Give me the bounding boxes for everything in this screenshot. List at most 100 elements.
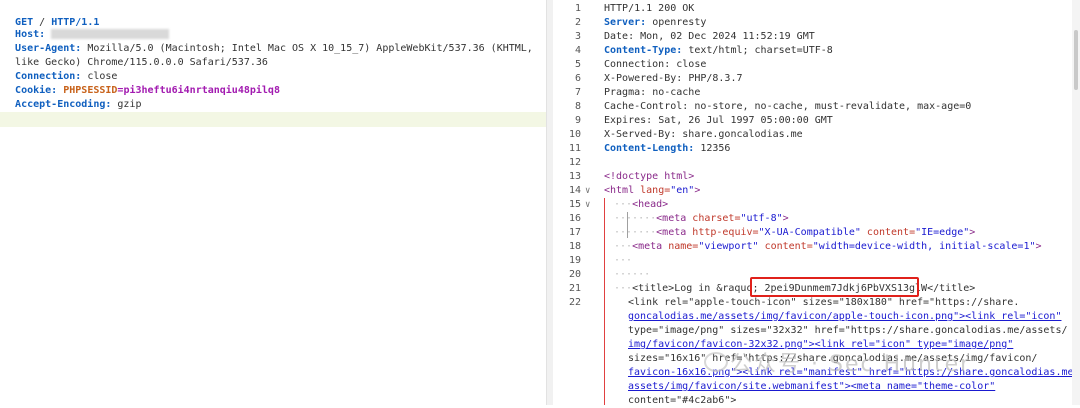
line-number: 21 [568,283,581,294]
tag-token: <meta [632,241,663,252]
header-value: gzip [117,99,142,110]
line-number: 9 [574,115,581,126]
line-number: 1 [574,3,581,14]
line-number: 20 [568,269,581,280]
indent-guide [627,212,628,238]
string-token: "utf-8" [740,213,783,224]
line-number: 22 [568,297,581,308]
header-key: Accept-Encoding: [15,99,112,110]
meta-viewport-line: ···<meta name="viewport" content="width=… [614,240,1042,254]
link-line-8: content="#4c2ab6"> [628,395,737,406]
indent-guide [604,198,605,405]
watermark: 公众号 · Sec Hunter [730,352,972,377]
request-header-cookie: Cookie: PHPSESSID=pi3heftu6i4nrtanqiu48p… [3,70,280,96]
tag-token: <meta [656,227,687,238]
cookie-value: =pi3heftu6i4nrtanqiu48pilq8 [117,85,280,96]
fold-chevron-icon[interactable]: ∨ [585,198,595,212]
header-value: text/html; charset=UTF-8 [688,45,833,56]
string-token: "en" [670,185,695,196]
header-key: Content-Length: [604,143,695,154]
response-header: Content-Length: 12356 [604,142,730,156]
line-number: 3 [574,31,581,42]
header-value: PHP/8.3.7 [688,73,743,84]
head-open-line: ···<head> [614,198,668,212]
request-header-host: Host: [3,14,170,40]
header-key: Cache-Control: [604,101,689,112]
status-text: HTTP/1.1 200 OK [604,3,695,14]
tag-close: > [1035,241,1042,252]
line-number: 5 [574,59,581,70]
response-header: Date: Mon, 02 Dec 2024 11:52:19 GMT [604,30,815,44]
header-key: Connection: [604,59,671,70]
header-value: Sat, 26 Jul 1997 05:00:00 GMT [658,115,833,126]
line-number: 18 [568,241,581,252]
attr-token: content= [764,241,813,252]
title-suffix: </title> [927,283,976,294]
header-value: no-store, no-cache, must-revalidate, max… [694,101,972,112]
link-line-7[interactable]: assets/img/favicon/site.webmanifest"><me… [628,380,995,394]
line-number: 16 [568,213,581,224]
meta-http-equiv-line: ·······<meta http-equiv="X-UA-Compatible… [614,226,975,240]
header-value: openresty [652,17,707,28]
attr-token: charset= [692,213,741,224]
header-key: Date: [604,31,635,42]
attr-token: lang= [640,185,671,196]
header-value: close [676,59,707,70]
request-header-user-agent: User-Agent: Mozilla/5.0 (Macintosh; Inte… [3,28,533,54]
string-token: "width=device-width, initial-scale=1" [812,241,1036,252]
fold-chevron-icon[interactable]: ∨ [585,184,595,198]
header-value: no-cache [652,87,701,98]
response-header: Connection: close [604,58,706,72]
scrollbar-thumb[interactable] [1074,30,1078,90]
response-header: Content-Type: text/html; charset=UTF-8 [604,44,833,58]
line-number: 17 [568,227,581,238]
header-key: X-Served-By: [604,129,677,140]
title-prefix: <title>Log in &raquo; [632,283,765,294]
string-token: "viewport" [698,241,759,252]
attr-token: name= [668,241,699,252]
highlight-box [750,277,919,297]
response-header: Pragma: no-cache [604,86,700,100]
header-key: Server: [604,17,647,28]
header-key: Pragma: [604,87,647,98]
line-number: 13 [568,171,581,182]
tag-token: <html [604,185,635,196]
response-header: X-Served-By: share.goncalodias.me [604,128,803,142]
string-token: "IE=edge" [915,227,970,238]
link-line-2[interactable]: goncalodias.me/assets/img/favicon/apple-… [628,310,1061,324]
response-header: Expires: Sat, 26 Jul 1997 05:00:00 GMT [604,114,833,128]
attr-token: http-equiv= [692,227,759,238]
attr-token: content= [866,227,916,238]
header-key: X-Powered-By: [604,73,683,84]
line-number: 11 [568,143,581,154]
request-header-accept-encoding: Accept-Encoding: gzip [3,84,141,110]
link-line-1: <link rel="apple-touch-icon" sizes="180x… [628,297,1020,308]
tag-token: <head> [632,199,669,210]
watermark-logo-icon [704,352,728,372]
indent-dots-line: ······ [614,269,651,280]
header-key: Content-Type: [604,45,683,56]
string-token: "X-UA-Compatible" [758,227,861,238]
tag-close: > [969,227,976,238]
request-cursor-line[interactable] [0,112,546,127]
tag-token: <meta [656,213,687,224]
header-value: 12356 [700,143,731,154]
line-number: 10 [568,129,581,140]
meta-charset-line: ·······<meta charset="utf-8"> [614,212,789,226]
html-open-line: <html lang="en"> [604,184,700,198]
indent-dots: ··· [614,283,633,294]
line-number: 19 [568,255,581,266]
line-number: 4 [574,45,581,56]
response-status-line: HTTP/1.1 200 OK [604,2,694,16]
line-number: 2 [574,17,581,28]
header-value: Mon, 02 Dec 2024 11:52:19 GMT [640,31,815,42]
request-header-connection: Connection: close [3,56,117,82]
response-header: Cache-Control: no-store, no-cache, must-… [604,100,971,114]
line-number: 14 [568,185,581,196]
response-header: Server: openresty [604,16,706,30]
indent-dots: ··· [614,241,633,252]
line-number: 6 [574,73,581,84]
indent-dots: ······· [614,227,657,238]
doctype-line: <!doctype html> [604,171,695,182]
indent-dots: ··· [614,199,633,210]
